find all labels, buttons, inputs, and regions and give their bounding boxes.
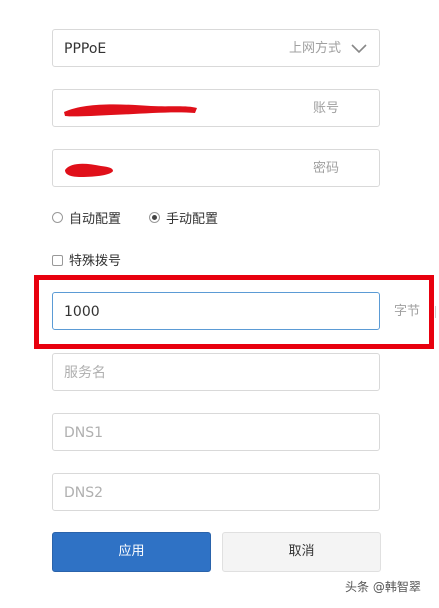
mtu-unit-label: 字节 xyxy=(394,304,421,319)
password-label: 密码 xyxy=(312,161,339,176)
mtu-input[interactable]: 1000 xyxy=(52,292,380,330)
service-name-placeholder: 服务名 xyxy=(64,365,106,381)
auto-config-label[interactable]: 自动配置 xyxy=(69,209,121,231)
special-dial-label[interactable]: 特殊拨号 xyxy=(69,251,121,273)
watermark: 头条 @韩智翠 xyxy=(345,580,421,594)
chevron-down-icon[interactable] xyxy=(351,42,367,56)
manual-config-label[interactable]: 手动配置 xyxy=(166,209,218,231)
connection-type-label: 上网方式 xyxy=(288,41,341,56)
special-dial-checkbox[interactable] xyxy=(52,255,63,266)
manual-config-radio[interactable] xyxy=(149,212,160,223)
dns1-placeholder: DNS1 xyxy=(64,425,104,441)
service-name-input[interactable]: 服务名 xyxy=(52,353,380,391)
mtu-value: 1000 xyxy=(64,304,100,320)
cancel-button[interactable]: 取消 xyxy=(222,532,381,572)
dns2-placeholder: DNS2 xyxy=(64,485,104,501)
connection-type-select[interactable]: PPPoE 上网方式 xyxy=(52,29,380,67)
account-label: 账号 xyxy=(312,101,339,116)
connection-type-value: PPPoE xyxy=(64,41,107,57)
account-redaction xyxy=(64,104,197,117)
password-redaction xyxy=(65,163,113,177)
cropped-edge-mark xyxy=(435,306,439,318)
password-input[interactable]: 密码 xyxy=(52,149,380,187)
dns2-input[interactable]: DNS2 xyxy=(52,473,380,511)
dns1-input[interactable]: DNS1 xyxy=(52,413,380,451)
account-input[interactable]: 账号 xyxy=(52,89,380,127)
apply-button[interactable]: 应用 xyxy=(52,532,211,572)
auto-config-radio[interactable] xyxy=(52,212,63,223)
